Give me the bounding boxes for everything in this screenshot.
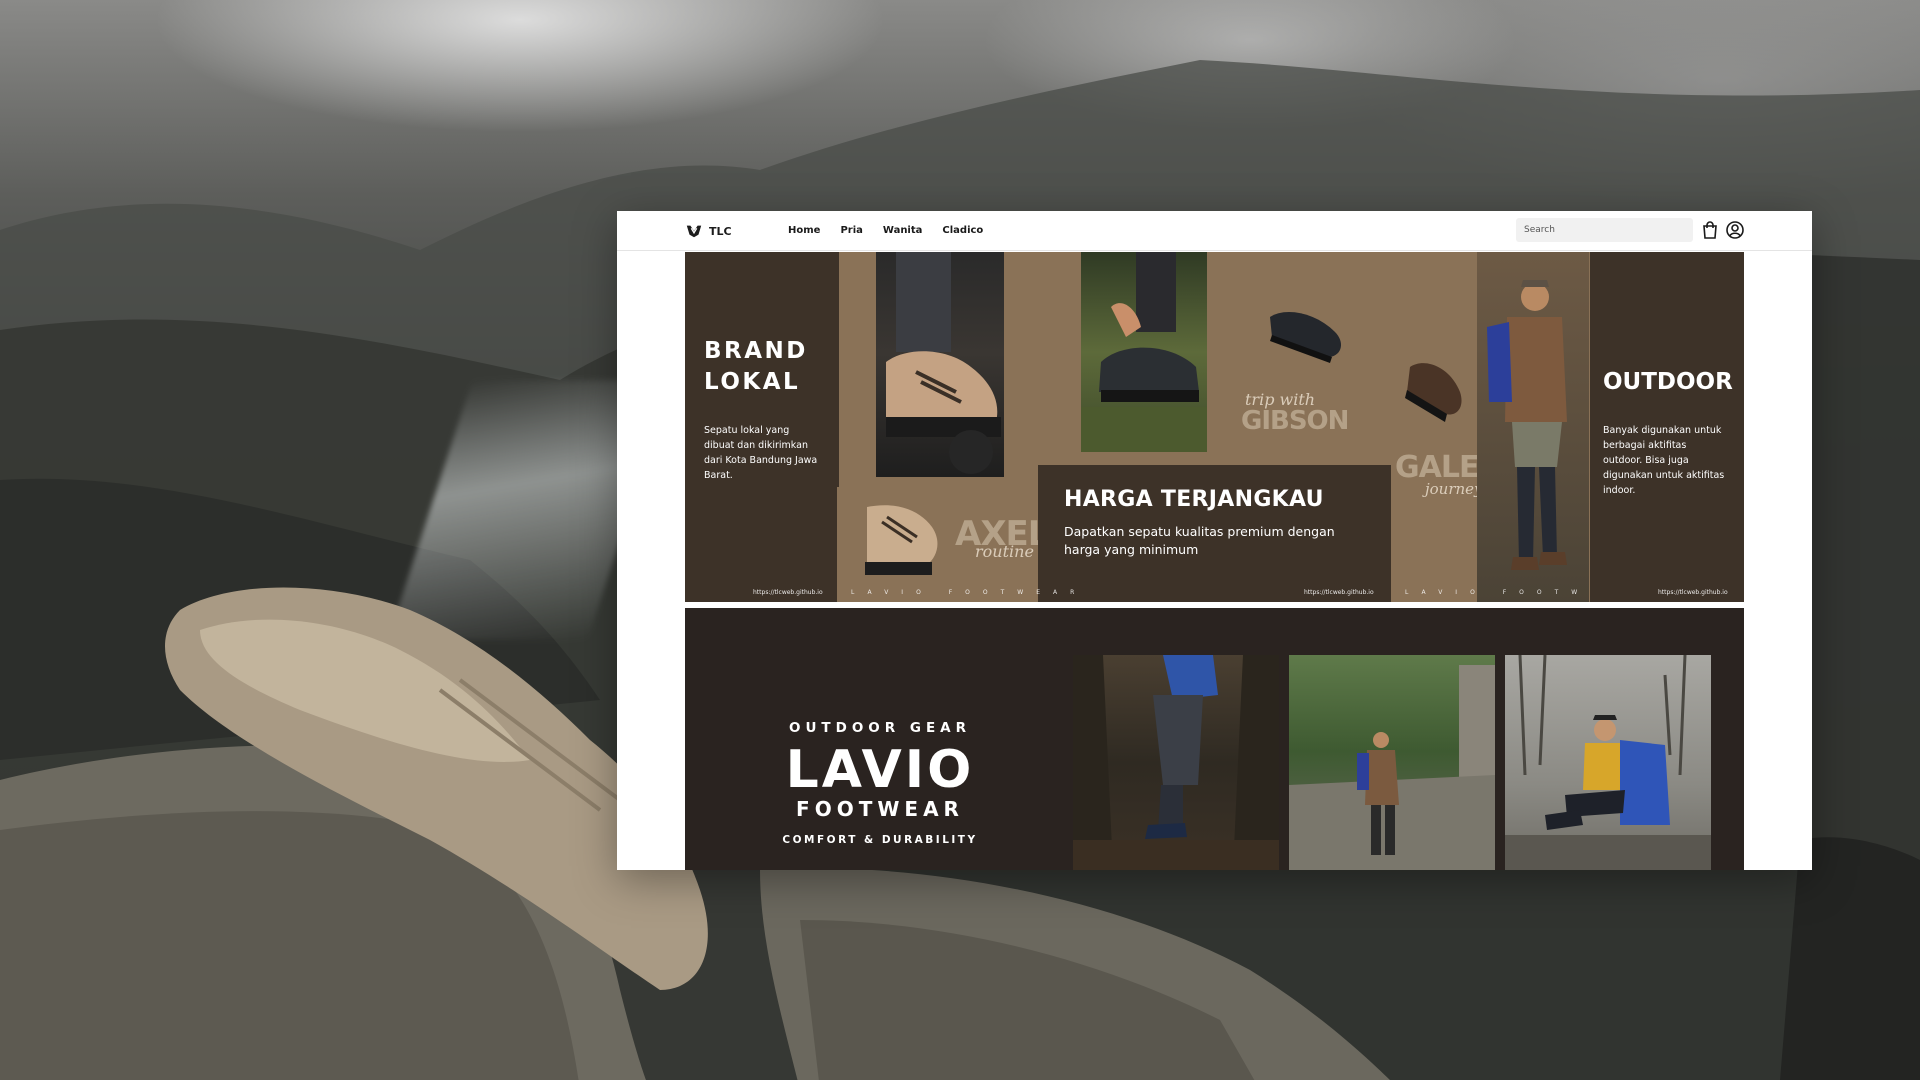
banner-url: https://tlcweb.github.io — [753, 589, 823, 596]
brand-lokal-panel: BRAND LOKAL Sepatu lokal yang dibuat dan… — [685, 252, 839, 602]
photo-galen-boot — [1395, 352, 1475, 432]
tlc-logo-icon — [686, 225, 702, 238]
photo-gibson-boot — [1260, 297, 1350, 367]
promo-box: HARGA TERJANGKAU Dapatkan sepatu kualita… — [1038, 465, 1391, 602]
brand-lokal-text: Sepatu lokal yang dibuat dan dikirimkan … — [704, 425, 818, 481]
photo-hiker-sitting — [1505, 655, 1711, 870]
lavio-title: LAVIO — [785, 740, 975, 800]
promo-title: HARGA TERJANGKAU — [1064, 487, 1324, 512]
nav-link-pria[interactable]: Pria — [840, 225, 862, 236]
gibson-word: GIBSON — [1241, 406, 1349, 436]
nav-links: Home Pria Wanita Cladico — [788, 225, 983, 236]
logo[interactable]: TLC — [685, 222, 732, 240]
nav-link-home[interactable]: Home — [788, 225, 820, 236]
photo-boot-motorcycle — [876, 252, 1004, 477]
galen-script: journey — [1425, 480, 1483, 498]
hero-banner[interactable]: BRAND LOKAL Sepatu lokal yang dibuat dan… — [685, 252, 1744, 602]
photo-hand-boot — [1081, 252, 1207, 452]
photo-axel-boot — [837, 487, 949, 602]
photo-hiker-wall — [1289, 655, 1495, 870]
photo-hiker — [1477, 252, 1589, 602]
outdoor-panel: OUTDOOR Banyak digunakan untuk berbagai … — [1590, 252, 1744, 602]
axel-script: routine — [975, 542, 1034, 561]
search-input[interactable] — [1516, 218, 1693, 242]
brand-title-line1: BRAND — [704, 338, 808, 364]
lavio-kicker: OUTDOOR GEAR — [788, 720, 972, 736]
outdoor-url: https://tlcweb.github.io — [1658, 589, 1728, 596]
photo-hiker-walking — [1073, 655, 1279, 870]
lavio-tagline: COMFORT & DURABILITY — [782, 834, 978, 846]
shopping-bag-icon[interactable] — [1700, 220, 1720, 240]
lavio-strip-1: LAVIO FOOTWEAR — [851, 589, 1088, 596]
outdoor-text: Banyak digunakan untuk berbagai aktifita… — [1603, 425, 1725, 496]
promo-url: https://tlcweb.github.io — [1304, 589, 1374, 596]
website-window: TLC Home Pria Wanita Cladico BRAND LOKAL… — [617, 211, 1812, 870]
navbar: TLC Home Pria Wanita Cladico — [617, 211, 1812, 251]
outdoor-title: OUTDOOR — [1603, 369, 1733, 395]
brand-title-line2: LOKAL — [704, 369, 801, 395]
nav-link-wanita[interactable]: Wanita — [883, 225, 923, 236]
nav-link-cladico[interactable]: Cladico — [942, 225, 983, 236]
brand-lokal-title: BRAND LOKAL — [704, 336, 808, 398]
lavio-banner[interactable]: OUTDOOR GEAR LAVIO FOOTWEAR COMFORT & DU… — [685, 608, 1744, 870]
lavio-subtitle: FOOTWEAR — [796, 797, 964, 821]
promo-text: Dapatkan sepatu kualitas premium dengan … — [1064, 524, 1335, 557]
brand-name: TLC — [709, 224, 732, 238]
user-circle-icon[interactable] — [1725, 220, 1745, 240]
